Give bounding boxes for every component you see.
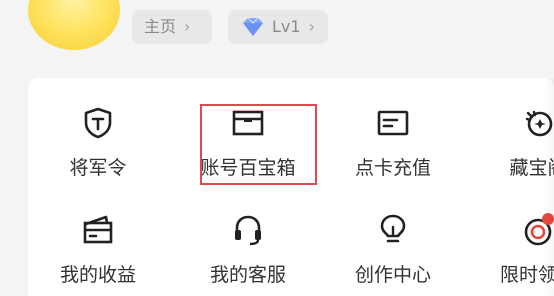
grid-item-label: 藏宝阁 bbox=[509, 157, 554, 179]
wallet-icon bbox=[83, 215, 113, 244]
grid-item-label: 账号百宝箱 bbox=[200, 157, 296, 179]
grid-item-account-treasure-box[interactable]: 账号百宝箱 bbox=[178, 103, 318, 180]
lightbulb-icon bbox=[380, 214, 406, 243]
home-chip-label: 主页 bbox=[144, 17, 177, 36]
edge-shadow bbox=[544, 78, 554, 296]
grid-item-label: 我的收益 bbox=[59, 264, 136, 286]
avatar[interactable] bbox=[28, 0, 120, 50]
grid-item-limited-time-claim[interactable]: 限时领… bbox=[468, 210, 554, 287]
grid-item-label: 限时领… bbox=[499, 264, 554, 286]
grid-item-label: 我的客服 bbox=[209, 264, 286, 286]
treasure-box-icon bbox=[232, 110, 264, 136]
level-chip-button[interactable]: Lv1 › bbox=[228, 10, 328, 44]
headset-icon bbox=[235, 215, 261, 246]
chevron-right-icon: › bbox=[184, 17, 191, 36]
card-recharge-icon bbox=[377, 110, 409, 136]
home-chip-button[interactable]: 主页 › bbox=[132, 10, 212, 44]
grid-item-treasure-pavilion[interactable]: 藏宝阁 bbox=[468, 103, 554, 180]
grid-item-my-customer-service[interactable]: 我的客服 bbox=[178, 210, 318, 287]
grid-item-label: 将军令 bbox=[69, 157, 127, 179]
profile-page: 主页 › Lv1 › 将军令 账号百宝箱 点卡充值 藏宝 我的收益 我的客服 创… bbox=[0, 0, 554, 296]
chevron-right-icon: › bbox=[308, 17, 315, 36]
feature-grid-card: 将军令 账号百宝箱 点卡充值 藏宝阁 bbox=[28, 78, 554, 296]
diamond-icon bbox=[243, 17, 263, 36]
grid-item-label: 点卡充值 bbox=[354, 157, 431, 179]
grid-item-creation-center[interactable]: 创作中心 bbox=[323, 210, 463, 287]
grid-item-label: 创作中心 bbox=[354, 264, 431, 286]
grid-item-general-order[interactable]: 将军令 bbox=[28, 103, 168, 180]
level-chip-label: Lv1 bbox=[272, 17, 301, 36]
shield-t-icon bbox=[84, 107, 112, 139]
grid-item-card-recharge[interactable]: 点卡充值 bbox=[323, 103, 463, 180]
grid-item-my-earnings[interactable]: 我的收益 bbox=[28, 210, 168, 287]
